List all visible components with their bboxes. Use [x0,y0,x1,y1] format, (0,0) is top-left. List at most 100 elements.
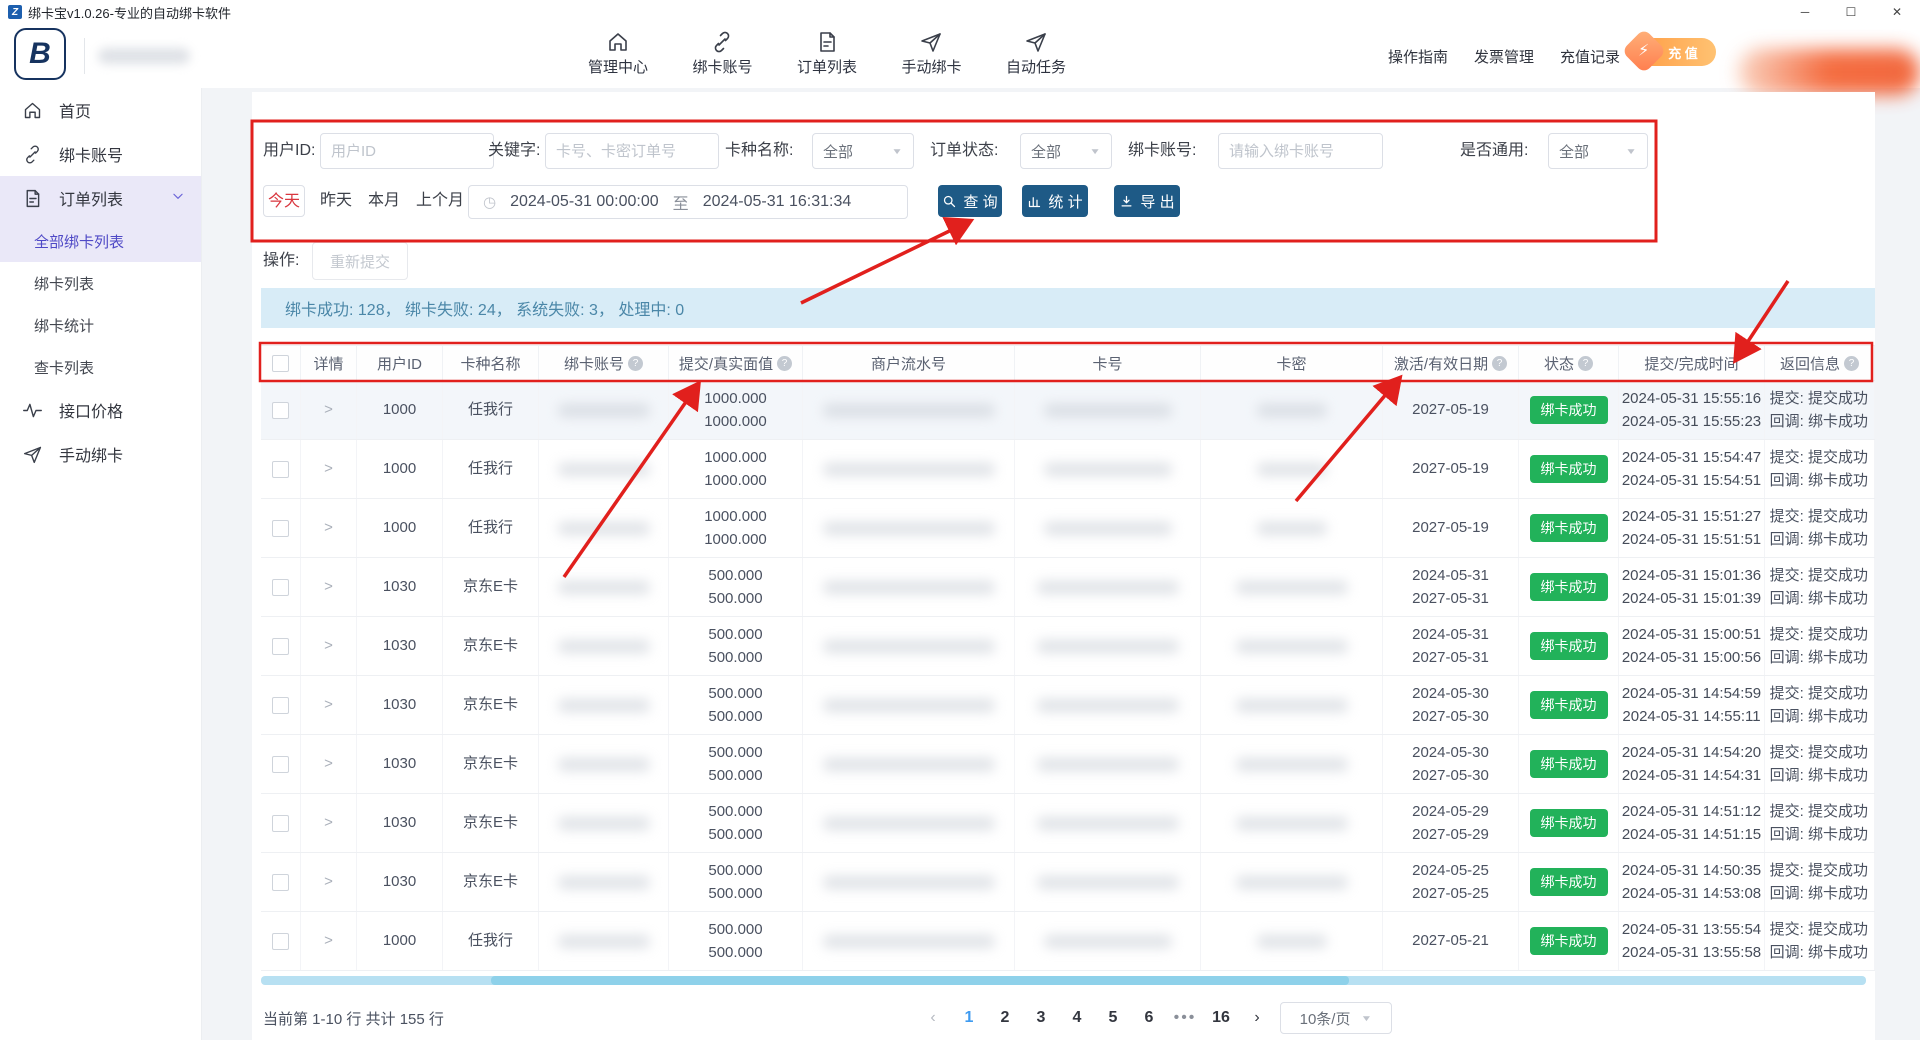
row-checkbox[interactable] [272,402,289,419]
sidebar-item-bind-account[interactable]: 绑卡账号 [0,132,201,176]
help-icon[interactable]: ? [1578,356,1593,371]
blurred-value [823,404,995,417]
keyword-input[interactable] [545,133,719,169]
expand-row-icon[interactable]: > [324,400,333,420]
row-checkbox[interactable] [272,461,289,478]
cell-bind_account [539,676,669,734]
blurred-value [1236,817,1348,830]
sidebar-item-home[interactable]: 首页 [0,88,201,132]
help-icon[interactable]: ? [777,356,792,371]
help-icon[interactable]: ? [628,356,643,371]
sidebar-item-all-bind-list[interactable]: 全部绑卡列表 [0,220,201,262]
expand-row-icon[interactable]: > [324,518,333,538]
row-checkbox[interactable] [272,933,289,950]
recharge-button[interactable]: ⚡ 充 值 [1636,38,1716,66]
expand-row-icon[interactable]: > [324,813,333,833]
expand-row-icon[interactable]: > [324,577,333,597]
row-checkbox[interactable] [272,874,289,891]
cell-card_type: 京东E卡 [443,853,539,911]
close-button[interactable]: ✕ [1874,0,1920,24]
expand-row-icon[interactable]: > [324,695,333,715]
sidebar-item-bind-stats[interactable]: 绑卡统计 [0,304,201,346]
cell-checkbox [261,794,301,852]
link-recharge-records[interactable]: 充值记录 [1560,46,1620,67]
scrollbar-thumb[interactable] [491,976,1349,985]
row-checkbox[interactable] [272,579,289,596]
expand-row-icon[interactable]: > [324,636,333,656]
cell-card_no [1015,617,1201,675]
pager-prev-button[interactable]: ‹ [920,1004,946,1032]
row-checkbox[interactable] [272,638,289,655]
sidebar-item-order-list[interactable]: 订单列表 [0,176,201,220]
cell-checkbox [261,558,301,616]
send-icon [1024,30,1048,54]
bind-account-input[interactable] [1218,133,1383,169]
query-button[interactable]: 查 询 [938,185,1002,217]
export-button[interactable]: 导 出 [1114,185,1180,217]
stats-button[interactable]: 统 计 [1022,185,1088,217]
sidebar-item-manual-bind[interactable]: 手动绑卡 [0,432,201,476]
cell-detail: > [301,912,357,970]
expand-row-icon[interactable]: > [324,931,333,951]
blurred-value [823,935,995,948]
pager-page-4[interactable]: 4 [1064,1004,1090,1032]
cell-merchant_no [803,735,1015,793]
page-size-select[interactable]: 10条/页▼ [1280,1002,1392,1034]
cell-checkbox [261,676,301,734]
quick-this-month-button[interactable]: 本月 [368,185,400,217]
expand-row-icon[interactable]: > [324,754,333,774]
date-range-picker[interactable]: ◷ 2024-05-31 00:00:00 至 2024-05-31 16:31… [468,185,908,219]
card-type-select[interactable]: 全部▼ [812,133,914,169]
row-checkbox[interactable] [272,520,289,537]
operation-label: 操作: [263,244,299,278]
cell-result: 提交: 提交成功回调: 绑卡成功 [1765,735,1875,793]
table-row: >1030京东E卡500.000500.0002024-05-252027-05… [261,853,1875,912]
row-checkbox[interactable] [272,756,289,773]
cell-result: 提交: 提交成功回调: 绑卡成功 [1765,499,1875,557]
pager-page-16[interactable]: 16 [1208,1004,1234,1032]
link-operation-guide[interactable]: 操作指南 [1388,46,1448,67]
cell-time: 2024-05-31 15:55:162024-05-31 15:55:23 [1619,381,1765,439]
quick-last-month-button[interactable]: 上个月 [416,185,464,217]
sidebar-item-api-price[interactable]: 接口价格 [0,388,201,432]
topnav-item-0[interactable]: 管理中心 [588,30,648,77]
pager-page-3[interactable]: 3 [1028,1004,1054,1032]
pager-page-6[interactable]: 6 [1136,1004,1162,1032]
sidebar-item-check-card-list[interactable]: 查卡列表 [0,346,201,388]
help-icon[interactable]: ? [1492,356,1507,371]
topnav-label: 订单列表 [797,56,857,77]
pager-page-2[interactable]: 2 [992,1004,1018,1032]
quick-yesterday-button[interactable]: 昨天 [320,185,352,217]
minimize-button[interactable]: ─ [1782,0,1828,24]
select-all-checkbox[interactable] [272,355,289,372]
sidebar-item-bind-list[interactable]: 绑卡列表 [0,262,201,304]
topnav-item-3[interactable]: 手动绑卡 [901,30,961,77]
horizontal-scrollbar[interactable] [261,976,1866,985]
row-checkbox[interactable] [272,697,289,714]
quick-today-button[interactable]: 今天 [263,185,305,217]
blurred-value [1044,404,1172,417]
user-id-input[interactable] [320,133,494,169]
blurred-promo-button[interactable] [1738,49,1920,95]
topnav-item-4[interactable]: 自动任务 [1006,30,1066,77]
row-checkbox[interactable] [272,815,289,832]
expand-row-icon[interactable]: > [324,872,333,892]
pager-next-button[interactable]: › [1244,1004,1270,1032]
resubmit-button[interactable]: 重新提交 [312,242,408,280]
cell-card_secret [1201,794,1383,852]
cell-card_type: 京东E卡 [443,794,539,852]
pager-page-1[interactable]: 1 [956,1004,982,1032]
expand-row-icon[interactable]: > [324,459,333,479]
maximize-button[interactable]: ☐ [1828,0,1874,24]
universal-select[interactable]: 全部▼ [1548,133,1648,169]
order-status-select[interactable]: 全部▼ [1020,133,1112,169]
blurred-value [1257,404,1327,417]
download-icon [1119,194,1134,209]
pager-page-5[interactable]: 5 [1100,1004,1126,1032]
topnav-item-2[interactable]: 订单列表 [797,30,857,77]
home-icon [22,100,43,121]
topnav-item-1[interactable]: 绑卡账号 [692,30,752,77]
link-invoice-management[interactable]: 发票管理 [1474,46,1534,67]
help-icon[interactable]: ? [1844,356,1859,371]
cell-face_value: 500.000500.000 [669,676,803,734]
